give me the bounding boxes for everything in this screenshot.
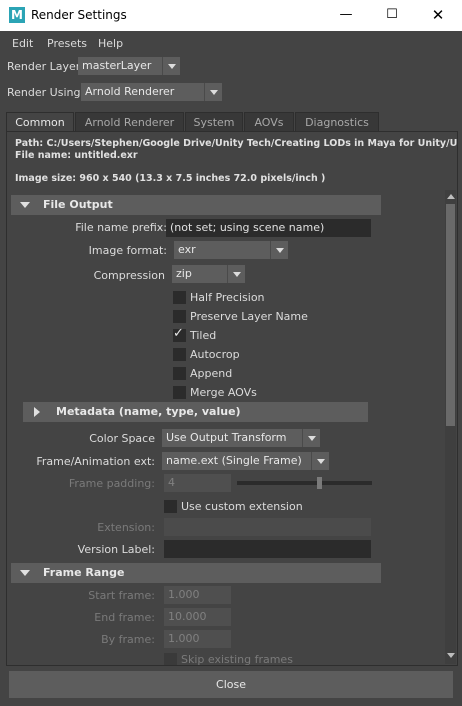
chevron-down-icon <box>311 452 329 470</box>
checkbox-label: Append <box>190 367 233 380</box>
color-space-dropdown[interactable]: Use Output Transform <box>162 429 320 447</box>
tab-common[interactable]: Common <box>6 112 74 132</box>
color-space-value: Use Output Transform <box>166 431 287 444</box>
image-format-label: Image format: <box>88 244 167 257</box>
frame-padding-input[interactable]: 4 <box>164 474 231 492</box>
by-frame-input[interactable]: 1.000 <box>164 630 231 648</box>
checkbox-preserve-layer-name[interactable] <box>173 310 186 323</box>
checkbox-label: Half Precision <box>190 291 265 304</box>
close-window-button[interactable]: ✕ <box>415 0 461 31</box>
checkbox-label: Preserve Layer Name <box>190 310 308 323</box>
tab-system[interactable]: System <box>185 112 243 132</box>
end-frame-label: End frame: <box>94 611 155 624</box>
checkbox-tiled[interactable]: ✓ <box>173 326 186 342</box>
output-path: Path: C:/Users/Stephen/Google Drive/Unit… <box>15 138 458 149</box>
tab-diagnostics[interactable]: Diagnostics <box>295 112 379 132</box>
scroll-down-arrow-icon[interactable] <box>446 651 455 661</box>
common-tab-panel: Path: C:/Users/Stephen/Google Drive/Unit… <box>6 131 458 666</box>
checkbox-append[interactable] <box>173 367 186 380</box>
chevron-down-icon <box>270 241 288 259</box>
compression-dropdown[interactable]: zip <box>172 265 245 283</box>
color-space-label: Color Space <box>89 432 155 445</box>
chevron-down-icon <box>302 429 320 447</box>
file-name-prefix-input[interactable]: (not set; using scene name) <box>166 219 371 237</box>
checkmark-icon: ✓ <box>173 326 184 341</box>
menu-help[interactable]: Help <box>98 37 123 50</box>
scroll-up-arrow-icon[interactable] <box>446 192 455 202</box>
frame-range-header[interactable]: Frame Range <box>11 563 381 583</box>
menu-bar: Edit Presets Help <box>0 31 462 55</box>
expand-triangle-icon <box>34 407 40 417</box>
end-frame-input[interactable]: 10.000 <box>164 608 231 626</box>
checkbox-label: Autocrop <box>190 348 240 361</box>
render-using-value: Arnold Renderer <box>85 85 175 98</box>
image-size-info: Image size: 960 x 540 (13.3 x 7.5 inches… <box>15 173 326 184</box>
start-frame-input[interactable]: 1.000 <box>164 586 231 604</box>
tab-aovs[interactable]: AOVs <box>244 112 294 132</box>
image-format-value: exr <box>178 243 196 256</box>
file-name-prefix-label: File name prefix: <box>75 221 167 234</box>
render-layer-dropdown[interactable]: masterLayer <box>78 57 180 75</box>
compression-value: zip <box>176 267 192 280</box>
version-label-label: Version Label: <box>77 543 155 556</box>
maya-app-icon: M <box>9 7 25 23</box>
frame-animation-ext-value: name.ext (Single Frame) <box>166 454 302 467</box>
frame-range-title: Frame Range <box>43 566 125 579</box>
by-frame-label: By frame: <box>101 633 155 646</box>
chevron-down-icon <box>204 83 222 101</box>
image-format-dropdown[interactable]: exr <box>174 241 288 259</box>
skip-existing-frames-label: Skip existing frames <box>181 653 293 666</box>
extension-label: Extension: <box>97 521 155 534</box>
metadata-header[interactable]: Metadata (name, type, value) <box>23 402 368 422</box>
panel-scrollbar[interactable] <box>445 190 456 664</box>
menu-presets[interactable]: Presets <box>47 37 87 50</box>
window-title: Render Settings <box>31 8 127 22</box>
frame-animation-ext-label: Frame/Animation ext: <box>36 455 155 468</box>
chevron-down-icon <box>162 57 180 75</box>
use-custom-extension-checkbox[interactable] <box>164 500 177 513</box>
start-frame-label: Start frame: <box>88 589 155 602</box>
checkbox-label: Tiled <box>190 329 217 342</box>
version-label-input[interactable] <box>164 540 371 558</box>
collapse-triangle-icon <box>20 202 30 208</box>
chevron-down-icon <box>227 265 245 283</box>
render-using-dropdown[interactable]: Arnold Renderer <box>81 83 222 101</box>
frame-animation-ext-dropdown[interactable]: name.ext (Single Frame) <box>162 452 329 470</box>
compression-label: Compression <box>93 269 165 282</box>
frame-padding-slider[interactable] <box>237 481 372 485</box>
extension-input[interactable] <box>164 518 371 536</box>
checkbox-label: Merge AOVs <box>190 386 257 399</box>
frame-padding-label: Frame padding: <box>68 477 155 490</box>
minimize-button[interactable]: — <box>323 0 369 31</box>
render-layer-value: masterLayer <box>82 59 152 72</box>
file-output-header[interactable]: File Output <box>11 195 381 215</box>
title-bar: M Render Settings — ☐ ✕ <box>0 0 462 31</box>
checkbox-half-precision[interactable] <box>173 291 186 304</box>
render-layer-label: Render Layer <box>7 60 81 73</box>
metadata-title: Metadata (name, type, value) <box>56 405 241 418</box>
checkbox-merge-aovs[interactable] <box>173 386 186 399</box>
checkbox-autocrop[interactable] <box>173 348 186 361</box>
output-file-name: File name: untitled.exr <box>15 150 138 161</box>
use-custom-extension-label: Use custom extension <box>181 500 303 513</box>
menu-edit[interactable]: Edit <box>12 37 33 50</box>
close-button[interactable]: Close <box>9 671 453 698</box>
scrollbar-thumb[interactable] <box>446 204 455 426</box>
frame-padding-slider-handle[interactable] <box>317 477 323 489</box>
render-using-label: Render Using <box>7 86 81 99</box>
tab-arnold-renderer[interactable]: Arnold Renderer <box>75 112 184 132</box>
collapse-triangle-icon <box>20 570 30 576</box>
maximize-button[interactable]: ☐ <box>369 0 415 31</box>
file-output-title: File Output <box>43 198 113 211</box>
skip-existing-frames-checkbox[interactable] <box>164 653 177 665</box>
